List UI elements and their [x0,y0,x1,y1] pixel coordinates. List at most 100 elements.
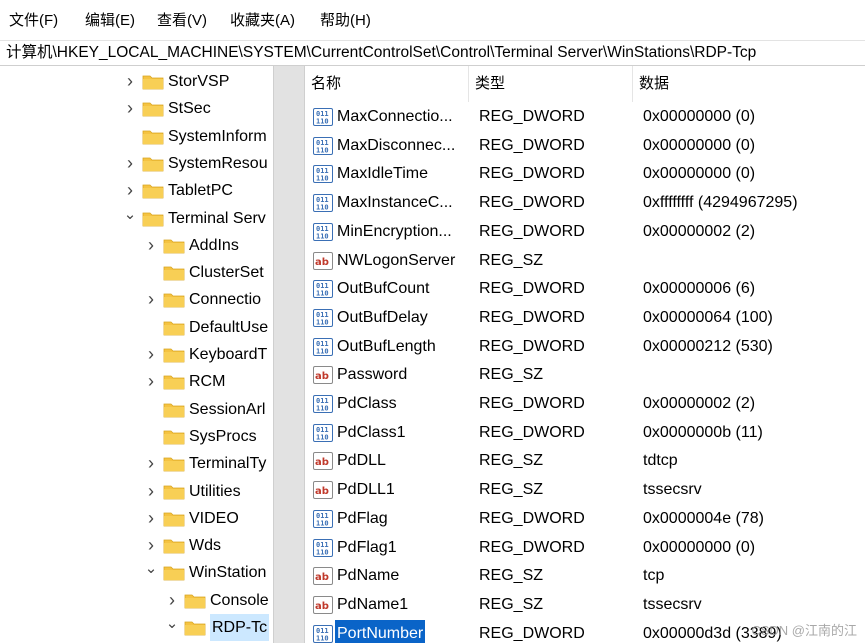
value-type: REG_DWORD [479,423,585,441]
value-row[interactable]: 011 110 OutBufCount REG_DWORD 0x00000006 (6) [305,275,865,304]
value-row[interactable]: 011 110 MaxInstanceC... REG_DWORD 0xffffffff… [305,189,865,218]
chevron-right-icon[interactable]: › [144,450,158,477]
tree-item[interactable]: › Wds [0,532,273,559]
value-row[interactable]: 011 110 OutBufDelay REG_DWORD 0x00000064 (10… [305,304,865,333]
chevron-right-icon[interactable]: › [144,478,158,505]
value-data: tcp [643,567,665,585]
value-type: REG_DWORD [479,624,585,642]
tree-item[interactable]: › Utilities [0,478,273,505]
reg-sz-icon: ab [313,481,333,500]
tree-item-label: SystemInform [168,127,267,145]
value-row[interactable]: 011 110 MaxDisconnec... REG_DWORD 0x00000000… [305,132,865,161]
value-type: REG_DWORD [479,108,585,125]
tree-item[interactable]: ⌄ RDP-Tc [0,614,273,641]
value-name: MaxInstanceC... [337,194,453,212]
pane-divider[interactable] [273,66,305,643]
tree-item[interactable]: › AddIns [0,232,273,259]
value-data: tdtcp [643,452,678,470]
chevron-right-icon[interactable]: › [144,368,158,395]
value-type: REG_DWORD [479,509,585,527]
value-list[interactable]: 名称 类型 数据 011 110 MaxConnectio... REG_DWORD 0… [305,66,865,643]
tree-item[interactable]: › SystemResou [0,150,273,177]
chevron-right-icon[interactable]: › [123,150,137,177]
svg-text:ab: ab [315,457,329,468]
value-name: PortNumber [335,619,426,643]
tree-item-label: ClusterSet [189,264,264,282]
svg-text:110: 110 [316,519,329,527]
tree-item[interactable]: SystemInform [0,123,273,150]
reg-dword-icon: 011110 [313,194,333,213]
column-header-type[interactable]: 类型 [469,66,633,102]
value-row[interactable]: ab NWLogonServer REG_SZ [305,247,865,276]
svg-text:110: 110 [316,433,329,441]
folder-icon [163,321,185,336]
value-type: REG_DWORD [479,136,585,154]
tree-item[interactable]: › VIDEO [0,505,273,532]
value-row[interactable]: ab PdName REG_SZ tcp [305,562,865,591]
svg-text:110: 110 [316,634,329,642]
tree-item[interactable]: › KeyboardT [0,341,273,368]
value-row[interactable]: ab PdDLL REG_SZ tdtcp [305,447,865,476]
column-header-name[interactable]: 名称 [305,66,469,102]
chevron-right-icon[interactable]: › [144,232,158,259]
value-name: Password [337,366,408,384]
value-row[interactable]: 011 110 PdClass REG_DWORD 0x00000002 (2) [305,390,865,419]
tree-item[interactable]: › RCM [0,368,273,395]
chevron-right-icon[interactable]: › [123,68,137,95]
address-bar[interactable]: 计算机\HKEY_LOCAL_MACHINE\SYSTEM\CurrentCon… [0,40,865,66]
watermark: CSDN @江南的江 [751,623,857,638]
address-path[interactable]: 计算机\HKEY_LOCAL_MACHINE\SYSTEM\CurrentCon… [6,43,756,63]
value-row[interactable]: 011 110 MaxIdleTime REG_DWORD 0x00000000 (0) [305,160,865,189]
chevron-right-icon[interactable]: › [144,505,158,532]
menu-view[interactable]: 查看(V) [157,11,207,31]
registry-tree[interactable]: › StorVSP › StSec SystemInform › SystemResou › T… [0,66,273,643]
tree-item[interactable]: ⌄ Terminal Serv [0,205,273,232]
tree-item[interactable]: › TabletPC [0,177,273,204]
reg-dword-icon: 011110 [313,308,333,327]
svg-text:ab: ab [315,257,329,268]
chevron-right-icon[interactable]: › [123,95,137,122]
tree-item[interactable]: › TerminalTy [0,450,273,477]
chevron-right-icon[interactable]: › [144,341,158,368]
tree-item[interactable]: ClusterSet [0,259,273,286]
tree-item-label: Connectio [189,291,262,309]
menu-help[interactable]: 帮助(H) [320,11,371,31]
value-row[interactable]: ab PdName1 REG_SZ tssecsrv [305,591,865,620]
value-row[interactable]: 011 110 PdClass1 REG_DWORD 0x0000000b (11) [305,419,865,448]
tree-item[interactable]: SessionArl [0,396,273,423]
menu-edit[interactable]: 编辑(E) [85,11,135,31]
tree-item-label: StorVSP [168,73,230,90]
value-row[interactable]: 011 110 OutBufLength REG_DWORD 0x00000212 (5… [305,333,865,362]
tree-item[interactable]: DefaultUse [0,314,273,341]
value-row[interactable]: 011 110 PdFlag1 REG_DWORD 0x00000000 (0) [305,534,865,563]
value-row[interactable]: 011 110 PdFlag REG_DWORD 0x0000004e (78) [305,505,865,534]
menu-favorites[interactable]: 收藏夹(A) [230,11,295,31]
value-name: NWLogonServer [337,251,456,269]
value-name: MaxDisconnec... [337,136,456,154]
column-header-data[interactable]: 数据 [633,66,865,102]
chevron-down-icon[interactable]: ⌄ [123,205,137,232]
tree-item[interactable]: › Console [0,587,273,614]
chevron-right-icon[interactable]: › [165,587,179,614]
tree-item[interactable]: ⌄ WinStation [0,559,273,586]
tree-item[interactable]: SysProcs [0,423,273,450]
chevron-right-icon[interactable]: › [123,177,137,204]
tree-item[interactable]: › StorVSP [0,68,273,95]
menu-file[interactable]: 文件(F) [9,11,58,31]
value-row[interactable]: ab PdDLL1 REG_SZ tssecsrv [305,476,865,505]
chevron-right-icon[interactable]: › [144,286,158,313]
chevron-right-icon[interactable]: › [144,532,158,559]
reg-dword-icon: 011110 [313,337,333,356]
value-type: REG_DWORD [479,222,585,240]
chevron-down-icon[interactable]: ⌄ [144,559,158,586]
value-name: OutBufDelay [337,308,428,326]
tree-item[interactable]: › StSec [0,95,273,122]
value-row[interactable]: ab Password REG_SZ [305,361,865,390]
value-row[interactable]: 011 110 MinEncryption... REG_DWORD 0x0000000… [305,218,865,247]
svg-text:110: 110 [316,548,329,556]
folder-icon [163,266,185,281]
value-row[interactable]: 011 110 MaxConnectio... REG_DWORD 0x00000000… [305,103,865,132]
tree-item[interactable]: › Connectio [0,286,273,313]
chevron-down-icon[interactable]: ⌄ [165,614,179,641]
tree-item-label: Wds [189,537,221,555]
